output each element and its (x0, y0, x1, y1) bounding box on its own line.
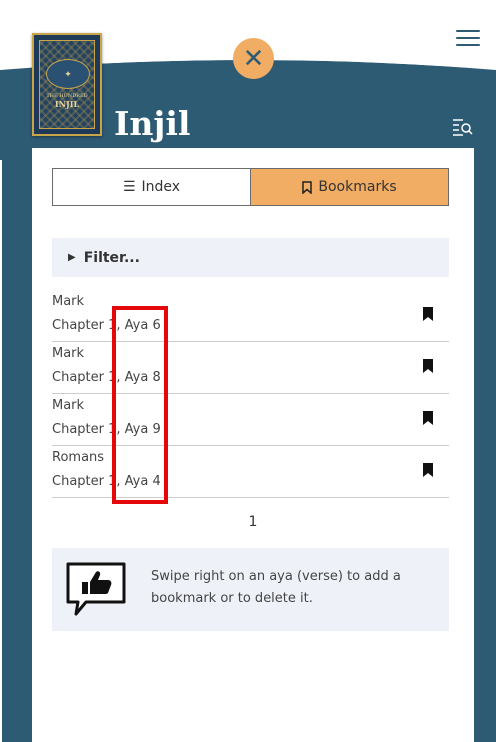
bookmarks-panel: ☰ Index Bookmarks ▶ Filter... Mark Chapt… (32, 148, 474, 742)
bookmark-icon[interactable] (423, 359, 433, 373)
book-cover[interactable]: ✦ THE HUNDRED INJIL (32, 33, 102, 136)
list-icon: ☰ (122, 179, 136, 195)
list-item[interactable]: Mark Chapter 1, Aya 6 (52, 290, 449, 342)
bookmark-list: Mark Chapter 1, Aya 6 Mark Chapter 1, Ay… (52, 290, 449, 498)
bookmark-outline-icon (302, 180, 313, 194)
thumbs-up-icon (66, 562, 126, 616)
tip-text: Swipe right on an aya (verse) to add a b… (151, 569, 401, 606)
hamburger-icon (456, 30, 480, 32)
tab-bookmarks-label: Bookmarks (318, 179, 397, 195)
tab-bar: ☰ Index Bookmarks (52, 168, 449, 206)
menu-button[interactable] (456, 30, 480, 48)
bookmark-book: Mark (52, 346, 85, 361)
list-item[interactable]: Romans Chapter 1, Aya 4 (52, 446, 449, 498)
cover-title: INJIL (54, 99, 80, 109)
swipe-tip: Swipe right on an aya (verse) to add a b… (52, 548, 449, 631)
list-item[interactable]: Mark Chapter 1, Aya 9 (52, 394, 449, 446)
bookmark-icon[interactable] (423, 411, 433, 425)
bookmark-icon[interactable] (423, 307, 433, 321)
app-title: Injil (114, 104, 191, 143)
bookmark-book: Romans (52, 450, 105, 465)
search-list-icon[interactable] (452, 118, 474, 136)
bookmark-reference: Chapter 1, Aya 9 (52, 422, 161, 437)
bookmark-book: Mark (52, 294, 85, 309)
filter-label: Filter... (83, 249, 140, 266)
tab-bookmarks[interactable]: Bookmarks (250, 169, 448, 205)
close-icon: ✕ (242, 43, 265, 74)
bookmark-reference: Chapter 1, Aya 4 (52, 474, 161, 489)
bookmark-reference: Chapter 1, Aya 8 (52, 370, 161, 385)
list-item[interactable]: Mark Chapter 1, Aya 8 (52, 342, 449, 394)
bookmark-reference: Chapter 1, Aya 6 (52, 318, 161, 333)
tab-index-label: Index (141, 179, 181, 195)
bookmark-icon[interactable] (423, 463, 433, 477)
calligraphy-medallion: ✦ (46, 59, 90, 89)
filter-toggle[interactable]: ▶ Filter... (52, 238, 449, 277)
tab-index[interactable]: ☰ Index (53, 169, 250, 205)
close-button[interactable]: ✕ (233, 38, 274, 79)
caret-right-icon: ▶ (68, 252, 76, 263)
bookmark-book: Mark (52, 398, 85, 413)
page-number[interactable]: 1 (32, 514, 474, 530)
